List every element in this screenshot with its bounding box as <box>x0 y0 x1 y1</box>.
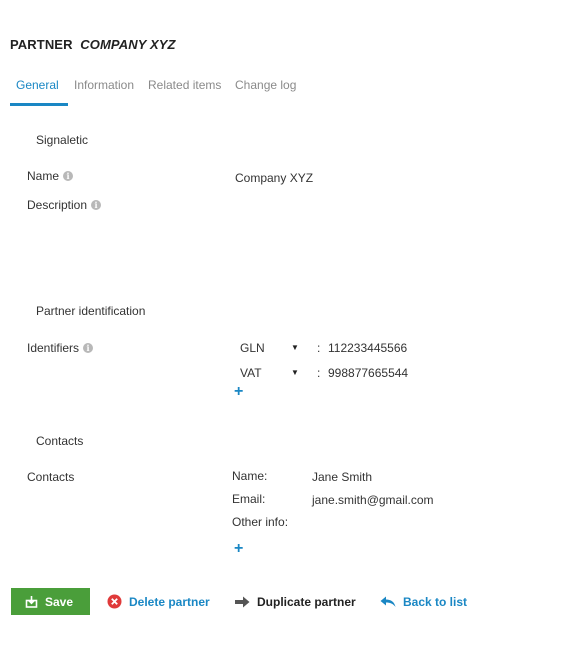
info-icon[interactable]: i <box>83 343 94 353</box>
contact-email-label: Email: <box>232 492 266 506</box>
page-title-prefix: PARTNER <box>10 37 73 52</box>
identifiers-label: Identifiers i <box>27 341 94 355</box>
contact-name-label: Name: <box>232 469 268 483</box>
delete-partner-label: Delete partner <box>129 594 210 609</box>
arrow-right-icon <box>235 596 250 607</box>
description-label-text: Description <box>27 198 88 212</box>
delete-partner-button[interactable]: Delete partner <box>107 588 210 615</box>
identifiers-label-text: Identifiers <box>27 341 80 355</box>
duplicate-partner-label: Duplicate partner <box>257 594 356 609</box>
contacts-label-text: Contacts <box>27 470 75 484</box>
identifier-separator: : <box>317 366 321 380</box>
description-value[interactable] <box>235 198 535 278</box>
name-label: Name i <box>27 169 74 183</box>
description-label: Description i <box>27 198 102 212</box>
info-icon[interactable]: i <box>91 200 102 210</box>
back-to-list-label: Back to list <box>403 594 468 609</box>
identifier-type-select[interactable]: GLN <box>240 341 265 355</box>
back-to-list-button[interactable]: Back to list <box>380 588 467 615</box>
contact-name-value[interactable]: Jane Smith <box>312 470 372 484</box>
save-button[interactable]: Save <box>11 588 90 615</box>
identifier-separator: : <box>317 341 321 355</box>
tab-information[interactable]: Information <box>74 78 134 92</box>
tab-general[interactable]: General <box>16 78 59 92</box>
identifier-type-select[interactable]: VAT <box>240 366 262 380</box>
name-label-text: Name <box>27 169 60 183</box>
contact-email-value[interactable]: jane.smith@gmail.com <box>312 493 434 507</box>
save-icon <box>25 596 38 608</box>
add-contact-button[interactable]: + <box>234 541 243 557</box>
name-value[interactable]: Company XYZ <box>235 171 313 185</box>
page-title: PARTNER COMPANY XYZ <box>10 37 176 52</box>
identifier-value[interactable]: 112233445566 <box>328 341 407 355</box>
section-title-partner-identification: Partner identification <box>36 304 146 318</box>
active-tab-indicator <box>10 103 68 106</box>
contacts-label: Contacts <box>27 470 74 484</box>
tab-change-log[interactable]: Change log <box>235 78 296 92</box>
section-title-signaletic: Signaletic <box>36 133 89 147</box>
back-arrow-icon <box>380 596 396 607</box>
delete-icon <box>107 594 122 609</box>
page-title-company: COMPANY XYZ <box>80 37 176 52</box>
identifier-value[interactable]: 998877665544 <box>328 366 408 380</box>
info-icon[interactable]: i <box>63 171 74 181</box>
caret-down-icon[interactable]: ▼ <box>291 368 299 377</box>
tab-related-items[interactable]: Related items <box>148 78 221 92</box>
duplicate-partner-button[interactable]: Duplicate partner <box>235 588 356 615</box>
add-identifier-button[interactable]: + <box>234 384 243 400</box>
save-button-label: Save <box>45 594 74 609</box>
contact-other-info-label: Other info: <box>232 515 289 529</box>
section-title-contacts: Contacts <box>36 434 84 448</box>
caret-down-icon[interactable]: ▼ <box>291 343 299 352</box>
